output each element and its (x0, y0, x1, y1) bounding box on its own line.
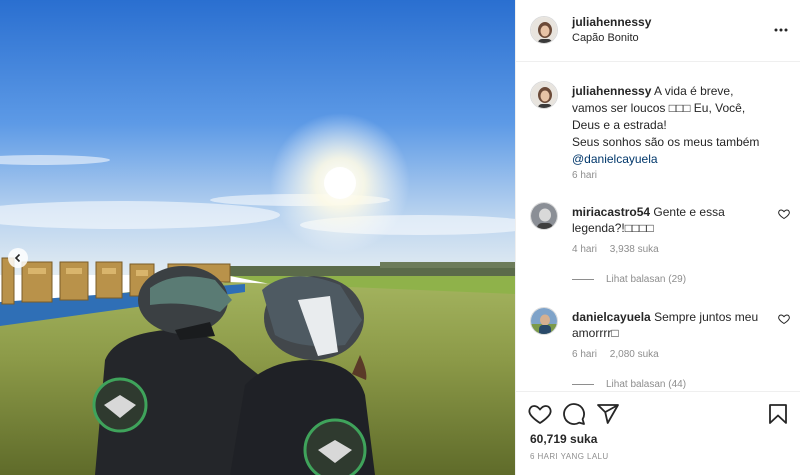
profile-photo (531, 17, 557, 43)
view-replies-button[interactable]: Lihat balasan (29) (572, 274, 686, 285)
comments-list[interactable]: juliahennessy A vida é breve, vamos ser … (516, 63, 800, 390)
avatar[interactable] (530, 307, 558, 335)
comment-username[interactable]: miriacastro54 (572, 205, 650, 219)
comment-likes[interactable]: 2,080 suka (610, 349, 659, 360)
comment-username[interactable]: danielcayuela (572, 310, 651, 324)
avatar[interactable] (530, 81, 558, 109)
post-author-username[interactable]: juliahennessy (572, 15, 651, 29)
view-replies-button[interactable]: Lihat balasan (44) (572, 379, 686, 390)
divider (572, 279, 594, 280)
previous-image-button[interactable] (8, 248, 28, 268)
comment-icon[interactable] (562, 402, 586, 426)
chevron-left-icon (14, 253, 21, 263)
instagram-post: juliahennessy Capão Bonito juliahennessy… (0, 0, 800, 475)
post-date[interactable]: 6 HARI YANG LALU (530, 452, 609, 461)
post-side-panel: juliahennessy Capão Bonito juliahennessy… (515, 0, 800, 475)
avatar[interactable] (530, 16, 558, 44)
caption-text-line2: Seus sonhos são os meus também (572, 135, 760, 149)
view-replies-label: Lihat balasan (44) (606, 379, 687, 390)
bookmark-icon[interactable] (766, 402, 790, 426)
comment-item: miriacastro54 Gente e essa legenda?!□□□□… (530, 202, 790, 292)
caption-time: 6 hari (572, 170, 598, 181)
heart-icon[interactable] (778, 313, 790, 325)
comment-time: 4 hari (572, 244, 598, 255)
more-options-button[interactable] (773, 22, 789, 38)
avatar[interactable] (530, 202, 558, 230)
post-actions: 60,719 suka 6 HARI YANG LALU (516, 391, 800, 475)
profile-photo (531, 308, 557, 334)
profile-photo (531, 82, 557, 108)
post-photo[interactable] (0, 0, 515, 475)
caption-mention[interactable]: @danielcayuela (572, 152, 658, 166)
comment-item: danielcayuela Sempre juntos meu amorrrr□… (530, 307, 790, 390)
profile-photo (531, 203, 557, 229)
heart-icon[interactable] (528, 402, 552, 426)
view-replies-label: Lihat balasan (29) (606, 274, 687, 285)
post-location[interactable]: Capão Bonito (572, 32, 639, 44)
heart-icon[interactable] (778, 208, 790, 220)
caption: juliahennessy A vida é breve, vamos ser … (530, 81, 790, 191)
caption-username[interactable]: juliahennessy (572, 84, 651, 98)
share-icon[interactable] (596, 402, 620, 426)
likes-count[interactable]: 60,719 suka (530, 432, 597, 446)
comment-time: 6 hari (572, 349, 598, 360)
post-header: juliahennessy Capão Bonito (516, 0, 800, 62)
more-horizontal-icon (774, 28, 788, 32)
photo-scene (0, 0, 515, 475)
divider (572, 384, 594, 385)
comment-likes[interactable]: 3,938 suka (610, 244, 659, 255)
